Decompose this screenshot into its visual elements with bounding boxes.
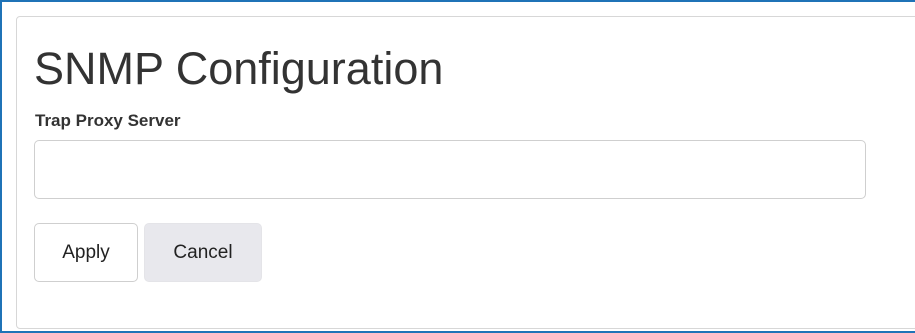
apply-button[interactable]: Apply [34,223,138,282]
trap-proxy-server-input[interactable] [34,140,866,199]
trap-proxy-server-label: Trap Proxy Server [35,111,181,130]
apply-button-label: Apply [62,241,110,263]
page-title: SNMP Configuration [34,43,444,94]
cancel-button-label: Cancel [173,241,233,263]
cancel-button[interactable]: Cancel [144,223,262,282]
